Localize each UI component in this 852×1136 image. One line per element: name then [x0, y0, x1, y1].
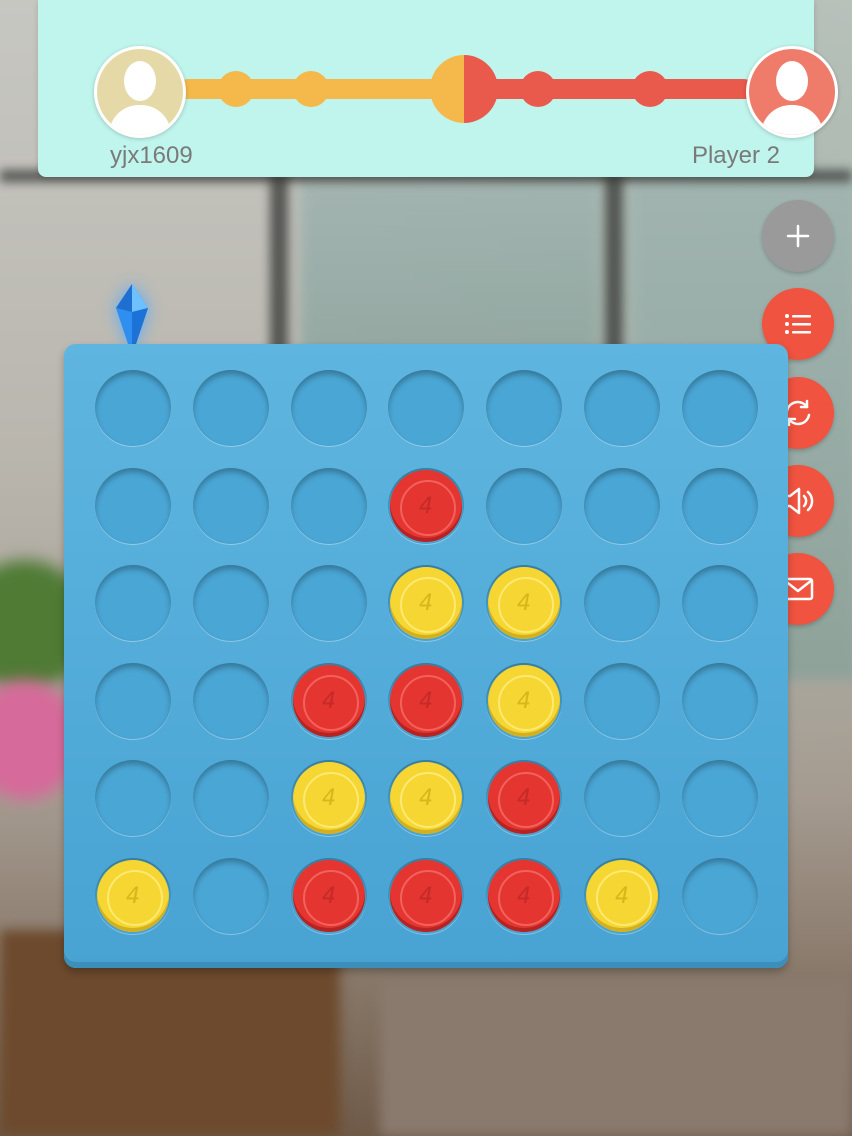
red-disc: 4	[488, 762, 560, 834]
board-cell[interactable]	[682, 663, 758, 739]
board-cell[interactable]	[95, 468, 171, 544]
progress-node	[218, 71, 254, 107]
plus-icon	[786, 224, 810, 248]
board-cell[interactable]: 4	[584, 858, 660, 934]
board-cell[interactable]	[584, 565, 660, 641]
yellow-disc: 4	[488, 567, 560, 639]
board-cell[interactable]	[584, 468, 660, 544]
board-cell[interactable]: 4	[388, 760, 464, 836]
board-cell[interactable]	[193, 760, 269, 836]
board-cell[interactable]	[682, 565, 758, 641]
board-cell[interactable]	[95, 663, 171, 739]
disc-glyph: 4	[517, 785, 531, 811]
list-icon	[785, 314, 811, 334]
yellow-disc: 4	[586, 860, 658, 932]
red-disc: 4	[390, 665, 462, 737]
board-cell[interactable]	[95, 760, 171, 836]
disc-glyph: 4	[419, 493, 433, 519]
red-disc: 4	[293, 860, 365, 932]
yellow-disc: 4	[390, 762, 462, 834]
red-disc: 4	[390, 860, 462, 932]
board-cell[interactable]: 4	[388, 468, 464, 544]
yellow-disc: 4	[293, 762, 365, 834]
board-cell[interactable]	[291, 468, 367, 544]
progress-node	[632, 71, 668, 107]
board-cell[interactable]: 4	[486, 565, 562, 641]
board-cell[interactable]	[682, 468, 758, 544]
progress-node	[293, 71, 329, 107]
board-cell[interactable]	[584, 760, 660, 836]
board-cell[interactable]	[584, 663, 660, 739]
board-cell[interactable]	[95, 565, 171, 641]
add-button[interactable]	[762, 200, 834, 272]
board-cell[interactable]	[193, 858, 269, 934]
disc-glyph: 4	[419, 883, 433, 909]
board-cell[interactable]: 4	[388, 663, 464, 739]
disc-glyph: 4	[615, 883, 629, 909]
board-cell[interactable]	[682, 858, 758, 934]
red-disc: 4	[488, 860, 560, 932]
board-cell[interactable]	[486, 370, 562, 446]
board-cell[interactable]	[193, 565, 269, 641]
board-cell[interactable]: 4	[291, 858, 367, 934]
board-cell[interactable]	[95, 370, 171, 446]
disc-glyph: 4	[126, 883, 140, 909]
board-cell[interactable]: 4	[486, 858, 562, 934]
disc-glyph: 4	[419, 590, 433, 616]
board-cell[interactable]: 4	[95, 858, 171, 934]
board-cell[interactable]	[193, 663, 269, 739]
red-disc: 4	[390, 470, 462, 542]
board-cell[interactable]	[291, 370, 367, 446]
disc-glyph: 4	[322, 785, 336, 811]
board-cell[interactable]	[291, 565, 367, 641]
yellow-disc: 4	[390, 567, 462, 639]
disc-glyph: 4	[517, 590, 531, 616]
disc-glyph: 4	[517, 883, 531, 909]
board-cell[interactable]	[584, 370, 660, 446]
board-cell[interactable]	[193, 468, 269, 544]
player2-progress-track	[464, 79, 754, 99]
disc-glyph: 4	[419, 688, 433, 714]
yellow-disc: 4	[488, 665, 560, 737]
board-cell[interactable]: 4	[291, 663, 367, 739]
player1-name: yjx1609	[110, 142, 193, 169]
red-disc: 4	[293, 665, 365, 737]
disc-glyph: 4	[517, 688, 531, 714]
board-cell[interactable]	[682, 760, 758, 836]
turn-indicator	[430, 55, 498, 123]
player2-avatar[interactable]	[746, 46, 838, 138]
game-board: 4 4 4 4 4 4 4 4 4 4 4 4 4 4	[64, 344, 788, 968]
board-cell[interactable]	[682, 370, 758, 446]
yellow-disc: 4	[97, 860, 169, 932]
disc-glyph: 4	[322, 688, 336, 714]
disc-glyph: 4	[322, 883, 336, 909]
progress-node	[520, 71, 556, 107]
disc-glyph: 4	[419, 785, 433, 811]
board-cell[interactable]: 4	[291, 760, 367, 836]
player2-name: Player 2	[691, 142, 780, 169]
board-cell[interactable]	[486, 468, 562, 544]
board-cell[interactable]	[388, 370, 464, 446]
board-cell[interactable]	[193, 370, 269, 446]
player1-avatar[interactable]	[94, 46, 186, 138]
score-panel: yjx1609 Player 2	[38, 0, 838, 177]
board-cell[interactable]: 4	[388, 565, 464, 641]
board-cell[interactable]: 4	[486, 760, 562, 836]
board-cell[interactable]: 4	[388, 858, 464, 934]
board-cell[interactable]: 4	[486, 663, 562, 739]
